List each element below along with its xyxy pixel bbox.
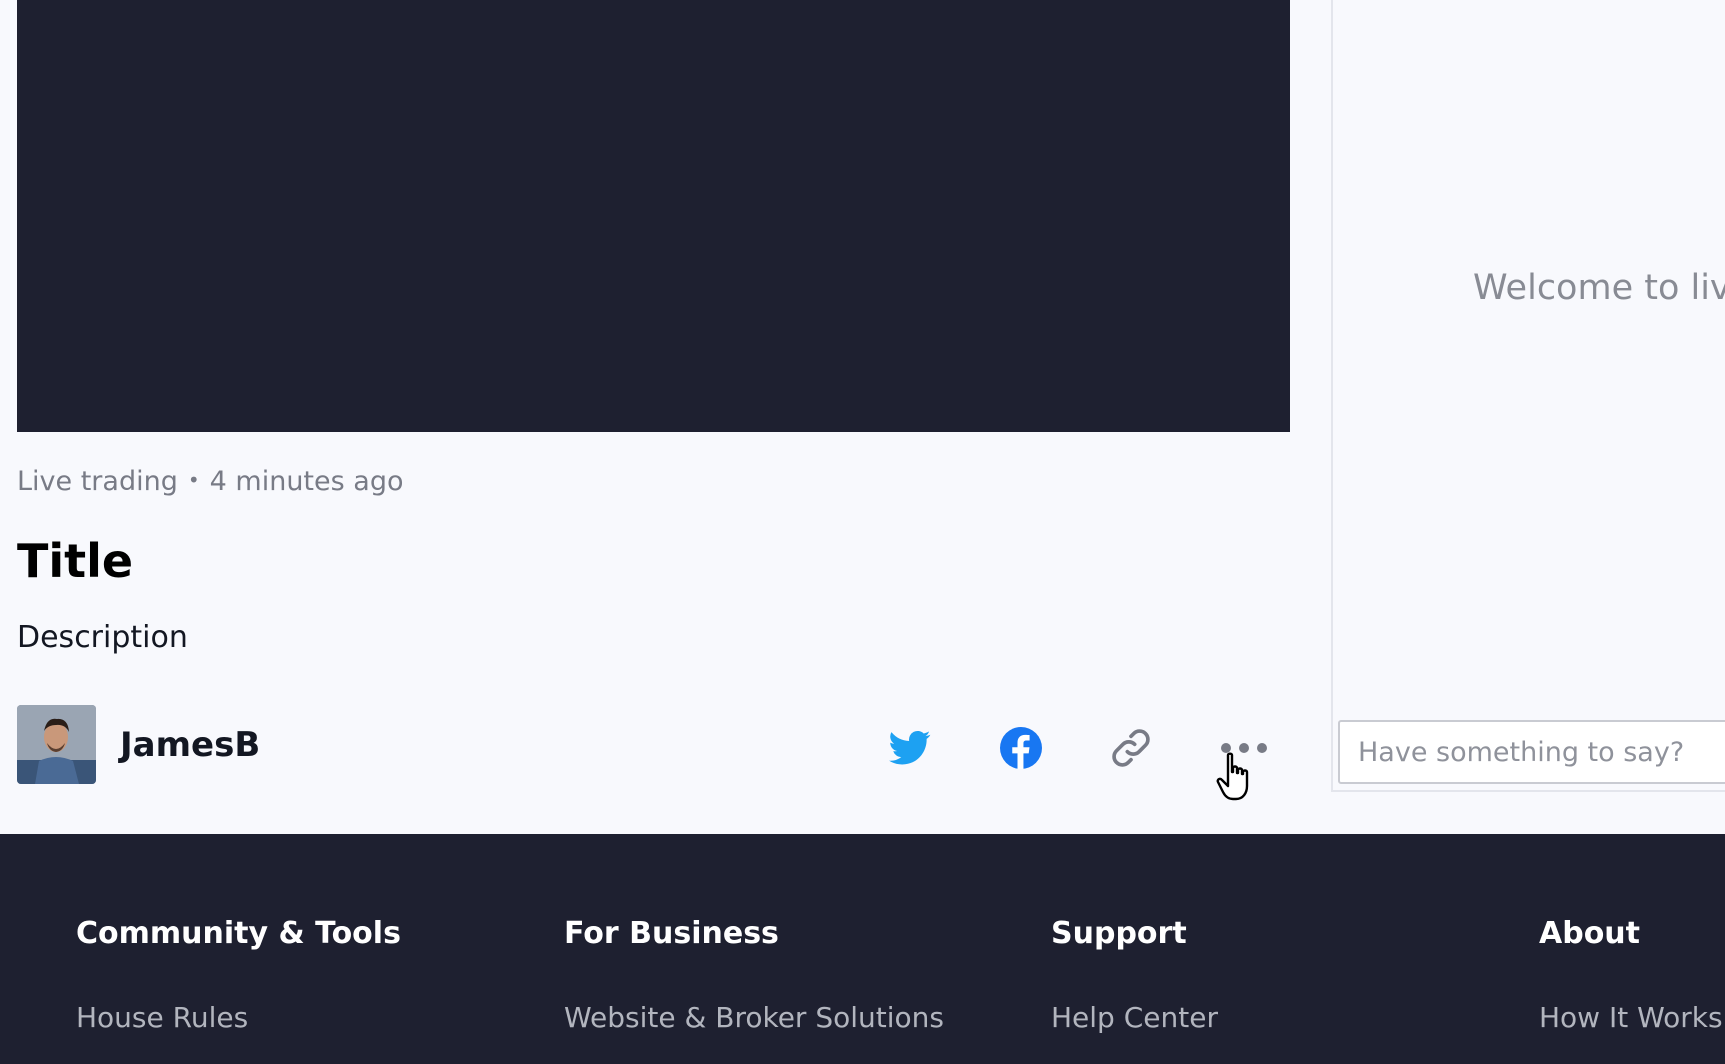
footer-link-house-rules[interactable]: House Rules	[76, 1001, 248, 1034]
avatar-image	[17, 705, 96, 784]
facebook-icon	[1000, 727, 1042, 769]
chat-divider	[1331, 0, 1333, 792]
footer-link-how-it-works[interactable]: How It Works	[1539, 1001, 1723, 1034]
post-description: Description	[17, 620, 188, 655]
footer-link-help-center[interactable]: Help Center	[1051, 1001, 1218, 1034]
footer-heading-community: Community & Tools	[76, 916, 401, 951]
footer-link-broker-solutions[interactable]: Website & Broker Solutions	[564, 1001, 944, 1034]
share-facebook-button[interactable]	[997, 724, 1045, 772]
link-icon	[1112, 729, 1150, 767]
footer: Community & Tools House Rules For Busine…	[0, 834, 1725, 1064]
meta-separator: •	[187, 468, 200, 492]
chat-input[interactable]	[1338, 720, 1725, 784]
footer-heading-about: About	[1539, 916, 1641, 951]
author-block[interactable]: JamesB	[17, 705, 260, 784]
more-options-button[interactable]	[1220, 724, 1268, 772]
video-player[interactable]	[17, 0, 1290, 432]
author-name[interactable]: JamesB	[120, 725, 260, 765]
post-category[interactable]: Live trading	[17, 466, 178, 497]
post-title: Title	[17, 534, 134, 588]
copy-link-button[interactable]	[1107, 724, 1155, 772]
post-meta: Live trading • 4 minutes ago	[17, 466, 403, 497]
avatar[interactable]	[17, 705, 96, 784]
post-time: 4 minutes ago	[209, 466, 404, 497]
chat-welcome-text: Welcome to live	[1473, 268, 1725, 308]
footer-heading-support: Support	[1051, 916, 1187, 951]
twitter-icon	[889, 730, 931, 765]
chat-bottom-border	[1331, 790, 1725, 792]
more-icon	[1221, 743, 1267, 753]
footer-heading-business: For Business	[564, 916, 779, 951]
share-twitter-button[interactable]	[886, 724, 934, 772]
